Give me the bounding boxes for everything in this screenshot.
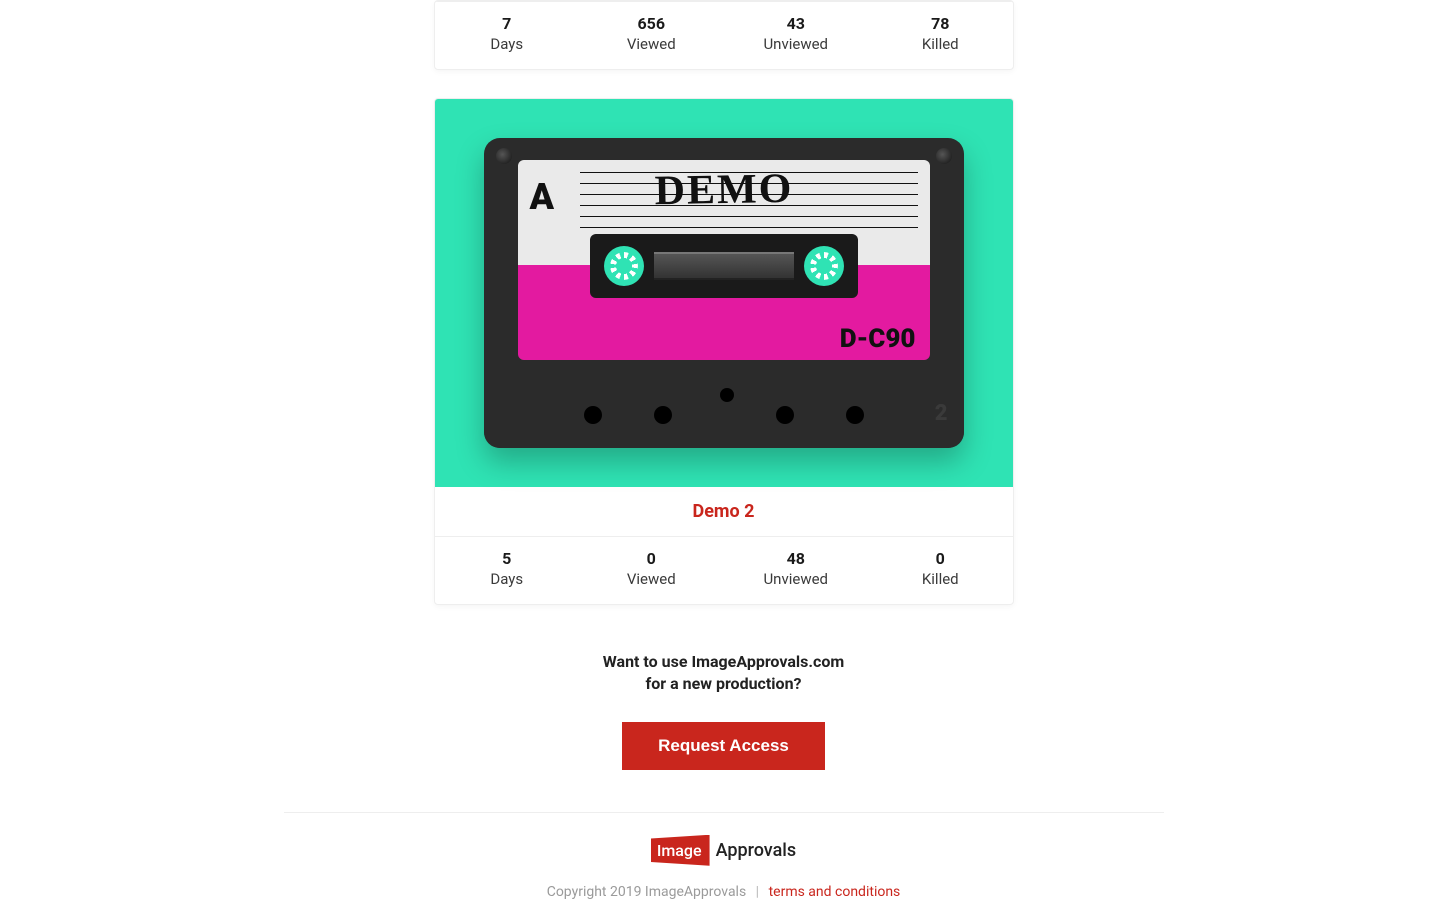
- hole-icon: [654, 406, 672, 424]
- stat-unviewed: 43 Unviewed: [724, 2, 869, 69]
- stat-viewed: 656 Viewed: [579, 2, 724, 69]
- copyright-text: Copyright 2019 ImageApprovals: [547, 884, 746, 900]
- hole-icon: [720, 388, 734, 402]
- reel-icon: [804, 246, 844, 286]
- production-card[interactable]: A DEMO D-C90: [434, 98, 1014, 605]
- hole-icon: [584, 406, 602, 424]
- footer-line: Copyright 2019 ImageApprovals | terms an…: [547, 884, 901, 900]
- hole-icon: [776, 406, 794, 424]
- cta-text-line1: Want to use ImageApprovals.com: [434, 651, 1014, 673]
- stat-days: 7 Days: [435, 2, 580, 69]
- cassette-handwritten-title: DEMO: [654, 165, 793, 215]
- screw-icon: [496, 148, 512, 164]
- card-thumbnail[interactable]: A DEMO D-C90: [435, 99, 1013, 487]
- stat-unviewed: 48 Unviewed: [724, 537, 869, 604]
- stat-days: 5 Days: [435, 537, 580, 604]
- stat-value: 78: [868, 14, 1013, 33]
- stat-label: Killed: [868, 35, 1013, 53]
- stat-label: Viewed: [579, 35, 724, 53]
- logo[interactable]: Image Approvals: [651, 835, 796, 866]
- card-title[interactable]: Demo 2: [435, 487, 1013, 536]
- cta-text-line2: for a new production?: [434, 673, 1014, 695]
- cassette-side-letter: A: [530, 176, 555, 218]
- terms-link[interactable]: terms and conditions: [769, 884, 901, 900]
- cassette-label: A DEMO D-C90: [518, 160, 930, 360]
- stat-value: 0: [868, 549, 1013, 568]
- stat-value: 656: [579, 14, 724, 33]
- cassette-icon: A DEMO D-C90: [484, 138, 964, 448]
- stat-label: Killed: [868, 570, 1013, 588]
- stat-label: Days: [435, 35, 580, 53]
- footer: Image Approvals Copyright 2019 ImageAppr…: [284, 812, 1164, 906]
- stats-row: 5 Days 0 Viewed 48 Unviewed 0 Killed: [435, 536, 1013, 604]
- stat-label: Unviewed: [724, 570, 869, 588]
- cta-block: Want to use ImageApprovals.com for a new…: [434, 651, 1014, 770]
- stat-value: 5: [435, 549, 580, 568]
- reel-icon: [604, 246, 644, 286]
- stat-value: 7: [435, 14, 580, 33]
- cassette-corner-number: 2: [935, 401, 948, 426]
- stat-value: 43: [724, 14, 869, 33]
- production-card[interactable]: 7 Days 656 Viewed 43 Unviewed 78 Killed: [434, 0, 1014, 70]
- separator-icon: |: [756, 884, 759, 900]
- cassette-bottom-icon: 2: [484, 368, 964, 448]
- stat-value: 48: [724, 549, 869, 568]
- logo-text: Approvals: [716, 840, 797, 861]
- stat-killed: 0 Killed: [868, 537, 1013, 604]
- cassette-code: D-C90: [840, 324, 916, 354]
- stat-viewed: 0 Viewed: [579, 537, 724, 604]
- stat-label: Viewed: [579, 570, 724, 588]
- stat-value: 0: [579, 549, 724, 568]
- stat-label: Days: [435, 570, 580, 588]
- logo-badge-icon: Image: [651, 835, 710, 866]
- request-access-button[interactable]: Request Access: [622, 722, 825, 770]
- stat-killed: 78 Killed: [868, 2, 1013, 69]
- stats-row: 7 Days 656 Viewed 43 Unviewed 78 Killed: [435, 1, 1013, 69]
- tape-window-icon: [590, 234, 858, 298]
- hole-icon: [846, 406, 864, 424]
- stat-label: Unviewed: [724, 35, 869, 53]
- tape-icon: [654, 252, 794, 280]
- screw-icon: [936, 148, 952, 164]
